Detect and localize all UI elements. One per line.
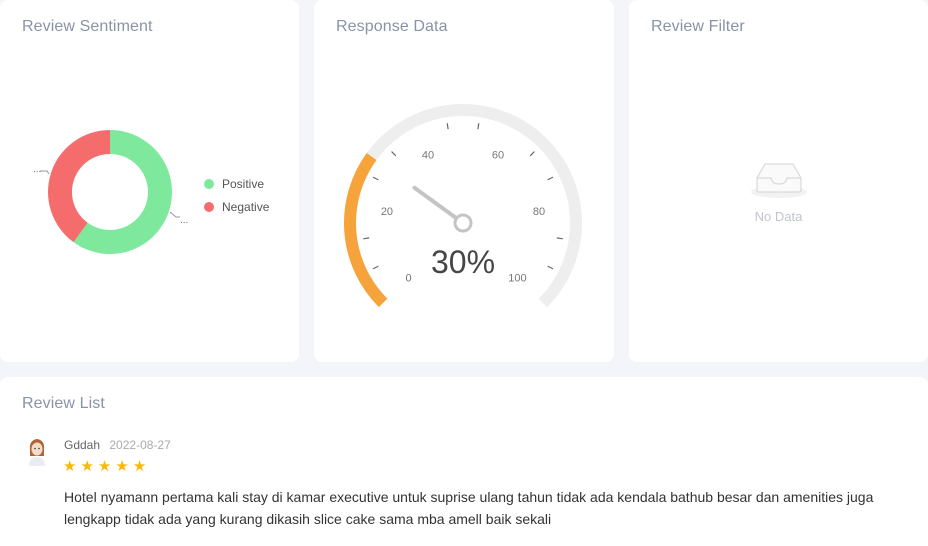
review-filter-title: Review Filter (651, 18, 745, 35)
legend-item-positive[interactable]: Positive (204, 172, 269, 195)
sentiment-legend: Positive Negative (204, 172, 269, 218)
gauge-pointer-hub (453, 213, 473, 233)
gauge-tick-label: 60 (492, 149, 504, 161)
gauge-tick (529, 151, 535, 157)
reviewer-avatar (22, 436, 52, 466)
review-list-title: Review List (22, 395, 105, 412)
legend-label-negative: Negative (222, 199, 270, 214)
gauge-tick (556, 237, 563, 240)
review-rating-stars: ★ ★ ★ ★ ★ (63, 458, 146, 476)
legend-label-positive: Positive (222, 176, 265, 191)
gauge-tick (363, 237, 370, 240)
review-text: Hotel nyamann pertama kali stay di kamar… (64, 489, 874, 527)
legend-item-negative[interactable]: Negative (204, 195, 269, 218)
gauge-tick (391, 151, 397, 157)
no-data-text: No Data (754, 209, 803, 224)
response-data-card: Response Data 0 20 40 60 80 100 30% (314, 0, 614, 362)
gauge-progress (344, 153, 388, 308)
empty-inbox-icon (750, 163, 807, 198)
legend-dot-positive (204, 178, 214, 189)
gauge-tick (547, 265, 554, 270)
gauge-tick (372, 265, 379, 270)
label-line-positive (169, 211, 180, 218)
gauge-tick-label: 0 (405, 272, 411, 284)
gauge-value-text: 30% (431, 244, 495, 280)
star-icon: ★ (115, 458, 129, 475)
star-icon: ★ (63, 458, 77, 475)
gauge-tick (446, 123, 449, 130)
gauge-tick (547, 176, 554, 181)
empty-state: No Data (629, 158, 928, 224)
star-icon: ★ (132, 458, 147, 475)
gauge-tick (477, 123, 480, 130)
gauge-tick (372, 176, 379, 181)
review-filter-card: Review Filter No Data (629, 0, 928, 362)
gauge-tick-label: 20 (381, 206, 393, 218)
gauge-tick-label: 100 (508, 272, 526, 284)
legend-dot-negative (204, 201, 214, 212)
donut-slice-negative[interactable] (48, 130, 110, 243)
star-icon: ★ (97, 458, 112, 475)
donut-label-positive: ... (180, 215, 188, 226)
gauge-tick-label: 80 (533, 206, 545, 218)
review-author: Gddah (64, 438, 101, 452)
review-sentiment-card: Review Sentiment ... ... Positive Negati… (0, 0, 299, 362)
star-icon: ★ (80, 458, 94, 475)
donut-label-negative: ... (33, 164, 41, 175)
review-date: 2022-08-27 (109, 438, 171, 452)
response-gauge: 0 20 40 60 80 100 30% (344, 104, 582, 308)
gauge-tick-label: 40 (422, 149, 434, 161)
label-line-negative (40, 170, 50, 175)
review-meta: Gddah 2022-08-27 (64, 438, 171, 452)
